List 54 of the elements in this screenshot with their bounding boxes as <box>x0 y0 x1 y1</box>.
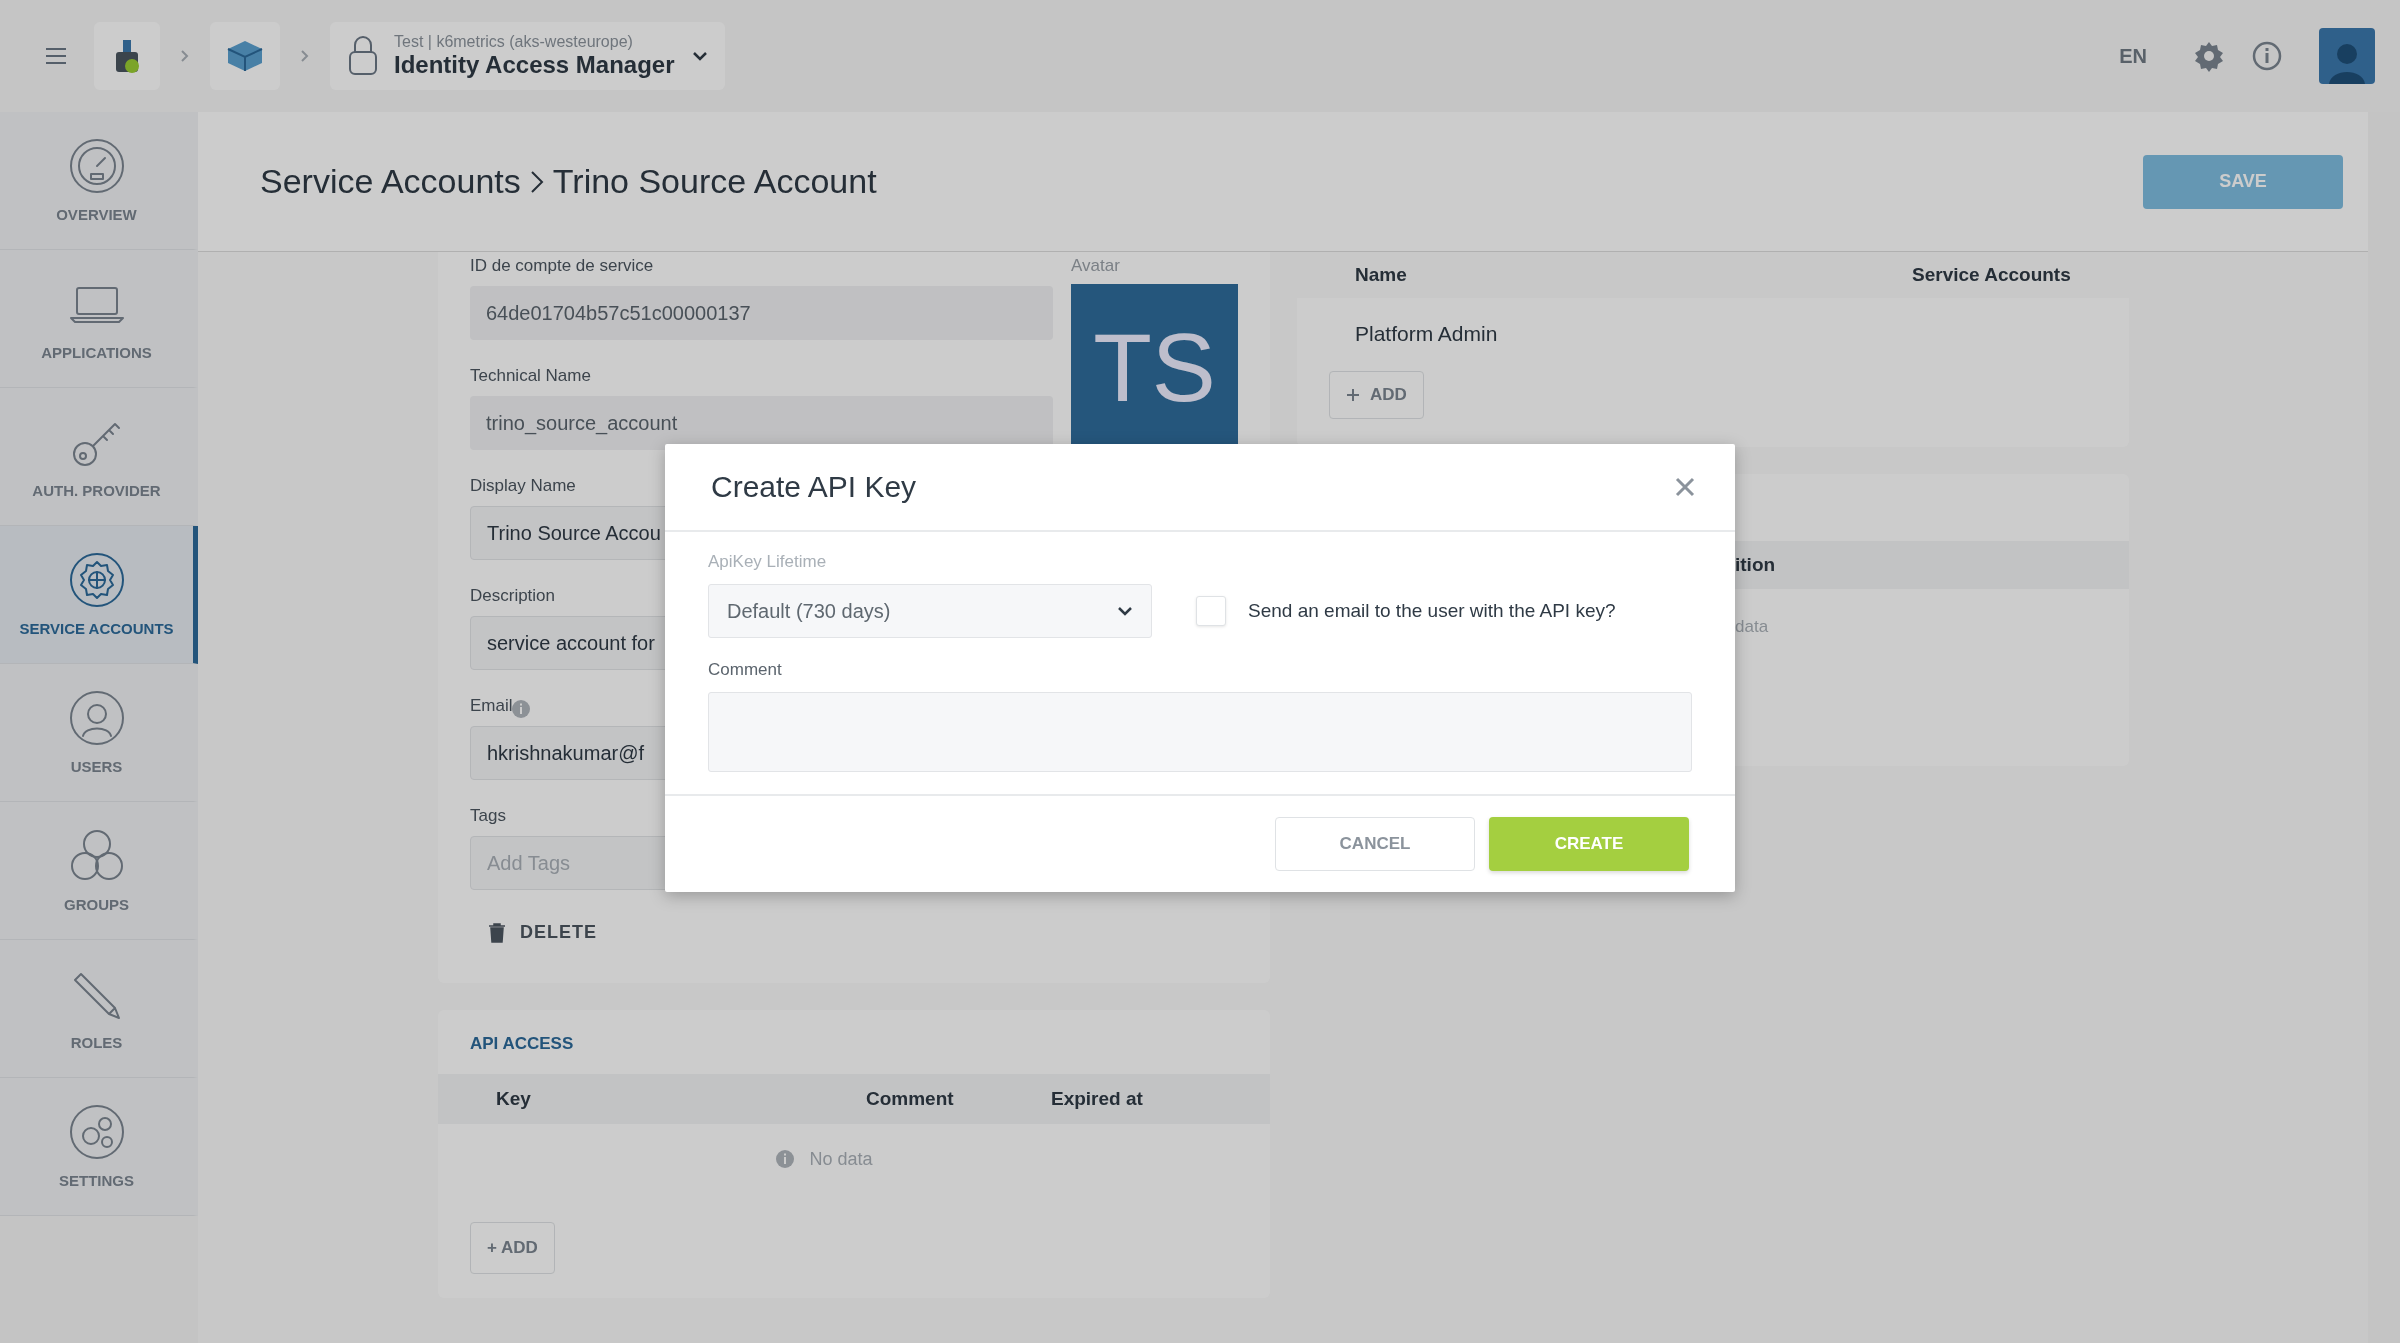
lifetime-select[interactable]: Default (730 days) <box>708 584 1152 638</box>
field-label: ApiKey Lifetime <box>708 552 828 572</box>
column-header: Expired at <box>1051 1088 1144 1110</box>
trash-icon <box>488 922 506 943</box>
field-label: Technical Name <box>470 366 591 386</box>
column-header: Service Accounts <box>1912 264 2072 286</box>
column-header: Name <box>1355 264 1408 286</box>
user-icon <box>68 690 125 746</box>
app-switcher[interactable] <box>94 22 160 90</box>
breadcrumb-separator-icon <box>528 168 545 195</box>
breadcrumb-item[interactable]: Service Accounts <box>260 162 521 201</box>
column-header: ition <box>1735 554 1776 576</box>
field-label: Description <box>470 586 556 606</box>
info-icon <box>510 699 531 719</box>
create-button[interactable]: CREATE <box>1489 817 1689 871</box>
globe-gear-icon <box>68 552 125 608</box>
input-field[interactable]: trino_source_account <box>470 396 1053 450</box>
section-title: API ACCESS <box>469 1033 575 1055</box>
avatar-label: Avatar <box>1071 256 1121 276</box>
caret-icon <box>691 50 709 62</box>
table-cell: Platform Admin <box>1355 322 1498 345</box>
field-label: Tags <box>470 806 506 826</box>
sidebar-item[interactable]: SERVICE ACCOUNTS <box>0 526 198 664</box>
cluster-switcher[interactable] <box>210 22 280 90</box>
info-icon <box>775 1149 796 1169</box>
field-label: Display Name <box>470 476 576 496</box>
user-avatar[interactable] <box>2319 28 2375 84</box>
empty-text: data <box>1735 617 1770 637</box>
dialog-title: Create API Key <box>711 470 917 504</box>
plus-icon <box>1346 388 1360 402</box>
cubes-icon <box>226 39 264 73</box>
app-name: Identity Access Manager <box>394 51 675 79</box>
add-button[interactable]: + ADD <box>470 1222 555 1274</box>
field-label: ID de compte de service <box>470 256 654 276</box>
empty-text: No data <box>809 1148 873 1170</box>
field-label: Comment <box>708 660 783 680</box>
gauge-icon <box>68 138 125 194</box>
context-label: Test | k6metrics (aks-westeurope) <box>394 33 634 51</box>
add-button[interactable]: ADD <box>1329 371 1424 419</box>
comment-field[interactable] <box>708 692 1692 772</box>
close-icon <box>1674 476 1696 498</box>
checkbox-label: Send an email to the user with the API key? <box>1248 600 1616 622</box>
caret-icon <box>1117 606 1133 616</box>
breadcrumb-item: Trino Source Account <box>552 162 877 201</box>
column-header: Comment <box>866 1088 955 1110</box>
language-menu[interactable]: EN <box>2119 44 2147 68</box>
cancel-button[interactable]: CANCEL <box>1275 817 1475 871</box>
lock-icon <box>346 34 380 78</box>
checkbox[interactable] <box>1196 596 1226 626</box>
delete-button[interactable]: DELETE <box>470 912 615 953</box>
column-header: Key <box>496 1088 532 1110</box>
field-label: Email <box>470 696 513 716</box>
input-field[interactable]: 64de01704b57c51c00000137 <box>470 286 1053 340</box>
app-selector[interactable]: Test | k6metrics (aks-westeurope) Identity Access Manager <box>330 22 725 90</box>
